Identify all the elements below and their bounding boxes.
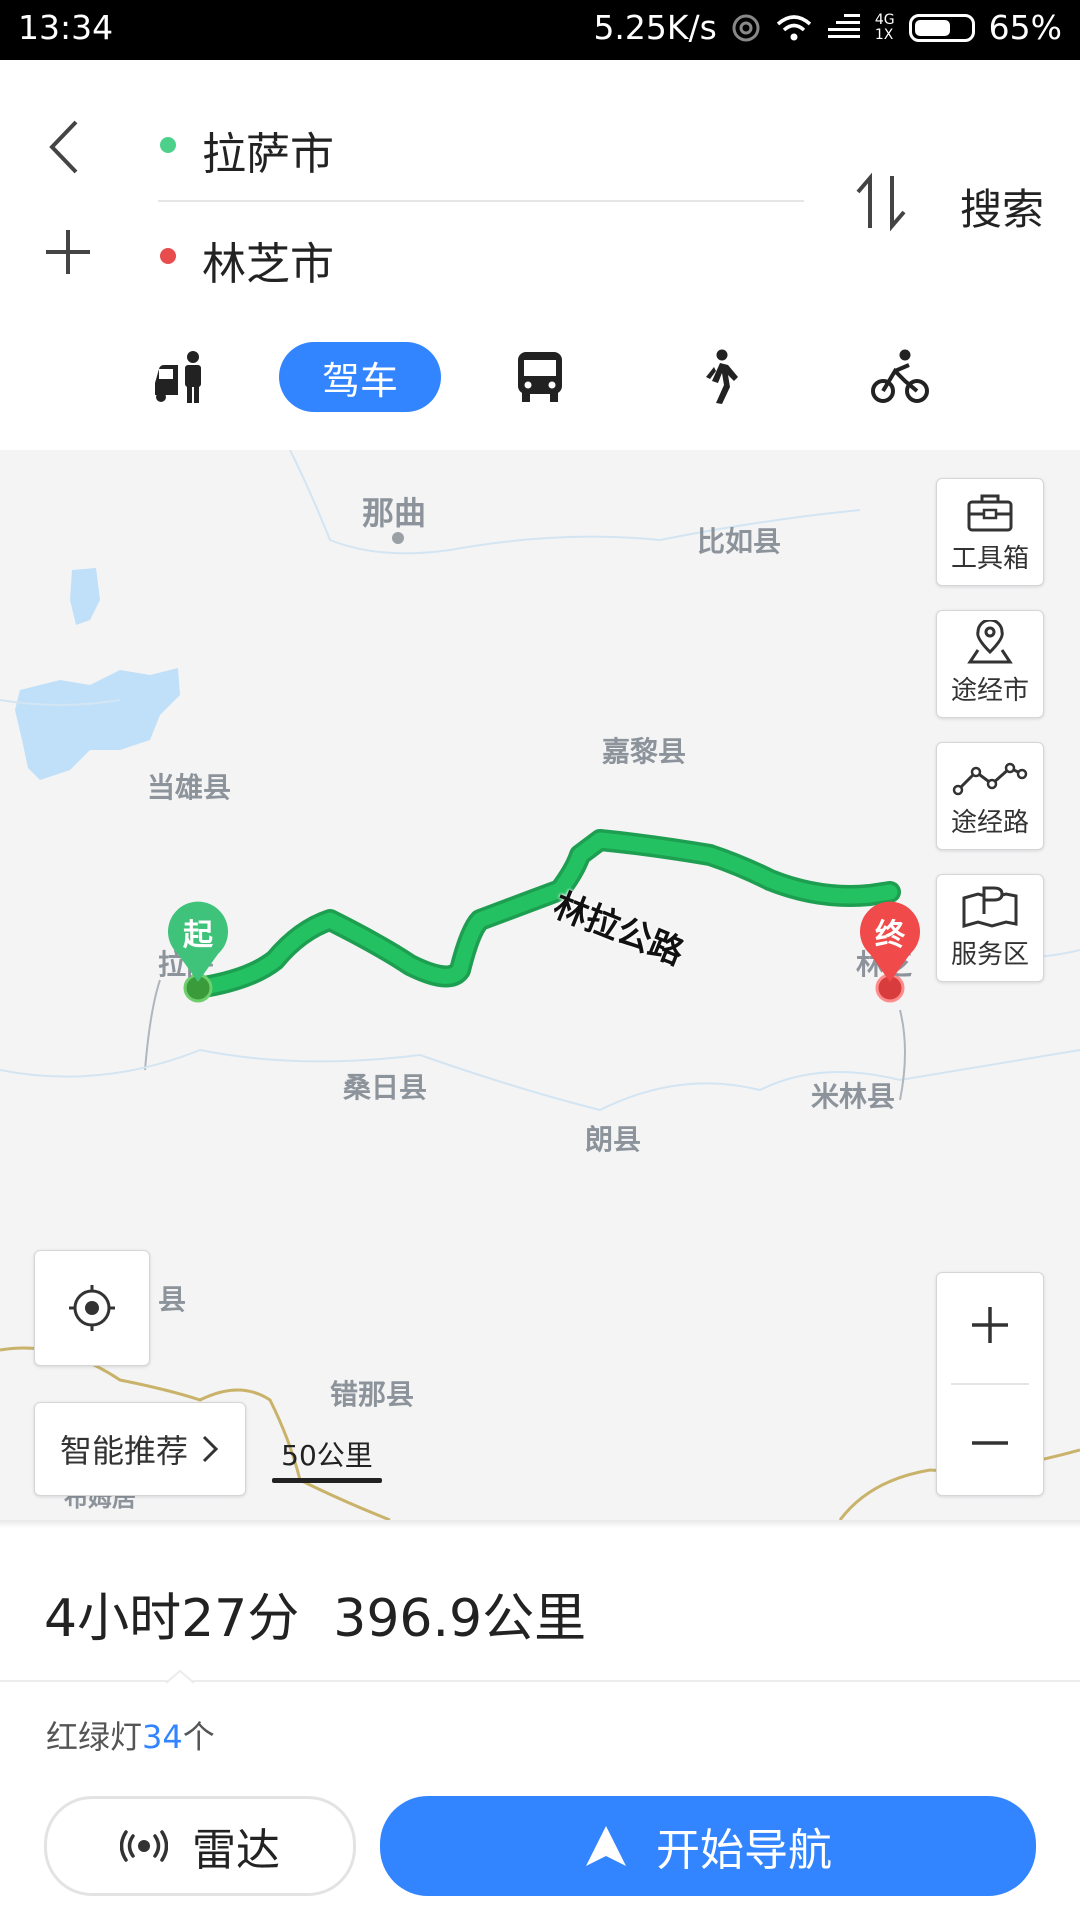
status-indicators: 5.25K/s 4G 1X 65% <box>593 8 1062 47</box>
parking-map-icon <box>962 886 1018 928</box>
traffic-lights-count: 34 <box>142 1718 183 1756</box>
back-icon[interactable] <box>46 118 82 176</box>
map-label-damxung: 当雄县 <box>147 771 232 804</box>
chevron-right-icon <box>202 1435 219 1463</box>
start-marker[interactable]: 起 <box>164 898 232 984</box>
locate-button[interactable] <box>34 1250 150 1366</box>
traffic-lights-info: 红绿灯34个 <box>46 1718 215 1756</box>
service-area-label: 服务区 <box>950 940 1029 970</box>
service-area-button[interactable]: 服务区 <box>936 874 1044 982</box>
scale-bar <box>272 1478 382 1483</box>
via-road-button[interactable]: 途经路 <box>936 742 1044 850</box>
search-button[interactable]: 搜索 <box>960 176 1044 237</box>
tab-bus[interactable] <box>510 342 570 412</box>
origin-field[interactable]: 拉萨市 <box>202 118 334 182</box>
navigation-arrow-icon <box>586 1826 626 1866</box>
swap-icon[interactable] <box>854 172 908 232</box>
scale-label: 50公里 <box>281 1439 373 1472</box>
map-scale: 50公里 <box>272 1434 382 1483</box>
tab-bike[interactable] <box>870 342 930 412</box>
wifi-icon <box>776 14 812 40</box>
map-view[interactable]: 那曲 比如县 当雄县 嘉黎县 桑日县 朗县 米林县 错那县 县 布姆居 拉萨 林… <box>0 450 1080 1520</box>
pointer-notch-icon <box>166 1670 194 1684</box>
radar-label: 雷达 <box>192 1825 280 1876</box>
via-road-label: 途经路 <box>950 808 1029 838</box>
map-label-jiali: 嘉黎县 <box>602 735 687 768</box>
signal-icon <box>827 13 860 38</box>
status-time: 13:34 <box>18 8 114 47</box>
zoom-divider <box>951 1383 1029 1385</box>
map-label-biru: 比如县 <box>697 525 782 558</box>
origin-dot <box>160 137 176 153</box>
battery-percent: 65% <box>988 8 1062 47</box>
locate-icon <box>69 1285 115 1331</box>
zoom-in-icon[interactable] <box>970 1305 1010 1345</box>
smart-recommend-button[interactable]: 智能推荐 <box>34 1402 246 1496</box>
map-label-milin: 米林县 <box>811 1080 896 1113</box>
bike-icon <box>871 349 929 403</box>
start-navigation-button[interactable]: 开始导航 <box>380 1796 1036 1896</box>
end-marker-label: 终 <box>875 918 905 953</box>
tab-drive[interactable]: 驾车 <box>279 342 441 412</box>
start-navigation-label: 开始导航 <box>656 1825 832 1876</box>
zoom-control <box>936 1272 1044 1496</box>
field-divider <box>158 200 804 202</box>
destination-field[interactable]: 林芝市 <box>202 228 334 292</box>
tab-taxi[interactable] <box>148 342 212 412</box>
route-header: 拉萨市 林芝市 搜索 驾车 <box>0 60 1080 450</box>
map-label-cuona: 错那县 <box>330 1378 415 1411</box>
route-distance: 396.9公里 <box>333 1589 587 1649</box>
via-city-label: 途经市 <box>950 676 1029 706</box>
tab-walk[interactable] <box>696 342 744 412</box>
route-duration: 4小时27分 <box>44 1589 300 1649</box>
map-label-langxian: 朗县 <box>585 1123 642 1156</box>
route-summary[interactable]: 4小时27分 396.9公里 <box>44 1576 586 1651</box>
smart-recommend-label: 智能推荐 <box>59 1432 188 1470</box>
map-canvas <box>0 450 1080 1520</box>
status-bar: 13:34 5.25K/s 4G 1X 65% <box>0 0 1080 60</box>
via-city-button[interactable]: 途经市 <box>936 610 1044 718</box>
radar-button[interactable]: 雷达 <box>44 1796 356 1896</box>
radar-icon <box>120 1830 168 1862</box>
toolbox-label: 工具箱 <box>950 544 1029 574</box>
location-pin-icon <box>967 620 1013 664</box>
battery-icon <box>908 13 975 42</box>
hotspot-icon <box>732 14 760 41</box>
sim-label: 1X <box>874 26 894 43</box>
network-type: 4G <box>874 11 895 28</box>
route-line-icon <box>952 762 1028 796</box>
zoom-out-icon[interactable] <box>970 1423 1010 1463</box>
walk-icon <box>706 349 738 404</box>
panel-divider <box>0 1680 1080 1682</box>
map-label-county-partial: 县 <box>158 1283 187 1316</box>
add-stop-icon[interactable] <box>44 228 92 276</box>
toolbox-icon <box>967 494 1013 532</box>
net-speed: 5.25K/s <box>593 8 717 47</box>
map-label-naqu: 那曲 <box>362 494 427 532</box>
taxi-icon <box>155 351 201 403</box>
map-label-sangri: 桑日县 <box>343 1071 428 1104</box>
start-marker-label: 起 <box>183 918 213 953</box>
end-marker[interactable]: 终 <box>856 898 924 984</box>
toolbox-button[interactable]: 工具箱 <box>936 478 1044 586</box>
route-panel: 4小时27分 396.9公里 红绿灯34个 雷达 开始导航 <box>0 1520 1080 1920</box>
bus-icon <box>518 352 562 402</box>
destination-dot <box>160 248 176 264</box>
